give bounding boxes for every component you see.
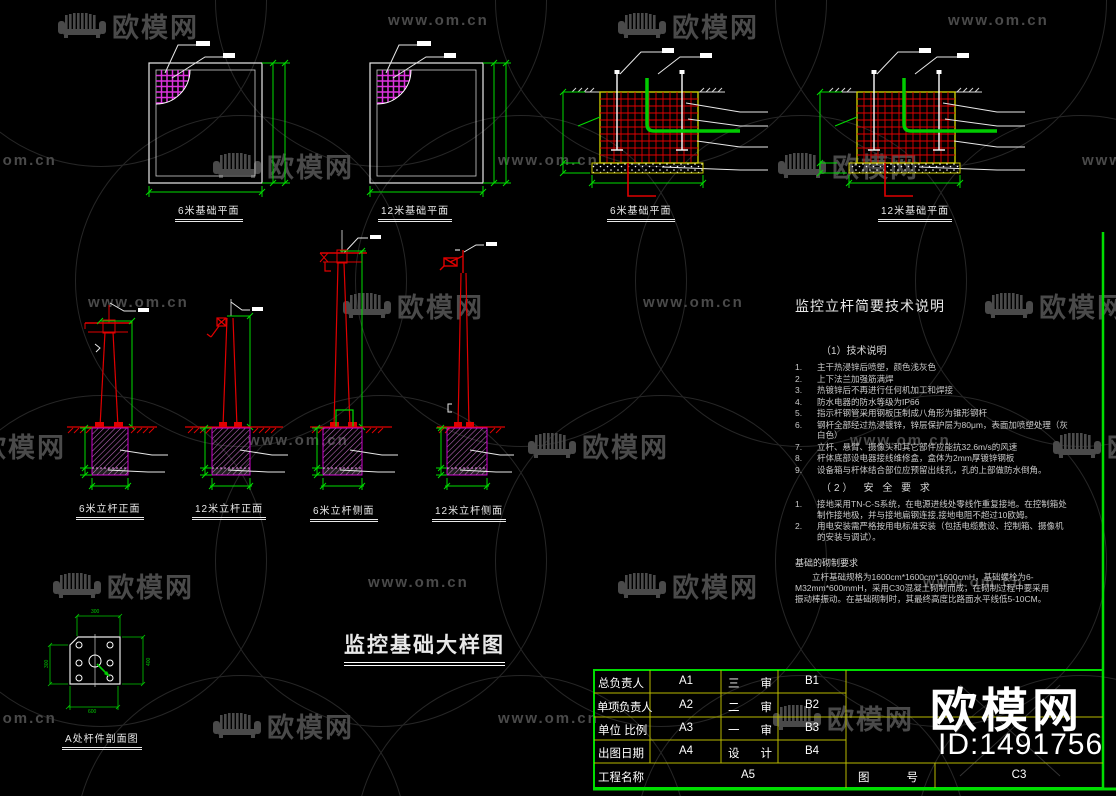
tb-row2-label: 单项负责人 <box>597 702 653 714</box>
label-pole-12m-front: 12米立杆正面 <box>192 500 267 520</box>
tech-note-item: 8. 杆体底部设电器接线维修盒，盒体为2mm厚镀锌钢板 <box>795 453 1015 463</box>
tb-project-label: 工程名称 <box>598 772 644 784</box>
tech-notes: 监控立杆简要技术说明 （1）技术说明 1. 主干热浸锌后喷塑，颜色浅灰色 2. 上下… <box>795 296 1071 605</box>
pole-6m-front-linework <box>67 302 168 490</box>
tb-row3-value: A3 <box>678 722 694 734</box>
safety-note-item: 1. 接地采用TN-C-S系统，在电源进线处零线作重复接地。在控制箱处制作接地极，… <box>795 499 1067 520</box>
section-12m-linework <box>816 48 1025 197</box>
notes-tech-header: （1）技术说明 <box>821 346 887 357</box>
plan-6m-linework <box>145 41 290 197</box>
tb-project-value: A5 <box>740 769 756 781</box>
tb-row4-review-value: B4 <box>804 745 820 757</box>
detail-dim-left: 300 <box>44 659 50 668</box>
label-section-12m: 12米基础平面 <box>878 202 953 222</box>
tech-note-item: 3. 热镀锌后不再进行任何机加工和焊接 <box>795 385 954 395</box>
plan-12m-linework <box>366 41 511 197</box>
notes-title: 监控立杆简要技术说明 <box>795 298 945 314</box>
tech-note-item: 6. 钢杆全部经过热浸镀锌，锌层保护层为80μm，表面加喷塑处理（灰白色） <box>795 419 1068 441</box>
tb-row1-label: 总负责人 <box>598 678 644 690</box>
tb-row2-value: A2 <box>678 699 694 711</box>
tech-note-item: 4. 防水电器的防水等级为IP66 <box>795 396 920 407</box>
cad-sheet: 欧模网 欧模网 www.om.cn www.om.cn 欧模网 欧模网 www.… <box>0 0 1116 796</box>
section-6m-linework <box>559 48 768 197</box>
tech-note-item: 1. 主干热浸锌后喷塑，颜色浅灰色 <box>795 362 937 372</box>
label-plan-6m: 6米基础平面 <box>175 202 243 222</box>
label-pole-6m-front: 6米立杆正面 <box>76 500 144 520</box>
tb-row1-review: 三审 <box>728 678 772 690</box>
notes-foundation-header: 基础的砌制要求 <box>795 558 859 568</box>
notes-safety-header: （2） 安 全 要 求 <box>821 483 933 494</box>
tb-figno-value: C3 <box>1011 769 1027 781</box>
pole-12m-side-linework <box>436 242 514 490</box>
main-title: 监控基础大样图 <box>344 629 505 666</box>
detail-dim-right: 400 <box>146 657 152 666</box>
label-detail-a: A处杆件剖面图 <box>62 730 142 750</box>
pole-12m-front-linework <box>185 299 288 490</box>
safety-note-item: 2. 用电安装需严格按用电标准安装（包括电缆敷设、控制箱、摄像机的安装与调试）。 <box>795 521 1064 542</box>
tb-row1-review-value: B1 <box>804 675 820 687</box>
label-pole-12m-side: 12米立杆侧面 <box>432 502 507 522</box>
tech-note-item: 2. 上下法兰加强筋满焊 <box>795 373 894 384</box>
site-logo-id: ID:1491756 <box>938 728 1104 761</box>
tb-row4-review: 设计 <box>728 748 772 760</box>
pole-6m-side-linework <box>310 230 398 490</box>
label-pole-6m-side: 6米立杆侧面 <box>310 502 378 522</box>
tb-row4-value: A4 <box>678 745 694 757</box>
tb-row3-review-value: B3 <box>804 722 820 734</box>
label-plan-12m: 12米基础平面 <box>378 202 453 222</box>
label-section-6m: 6米基础平面 <box>607 202 675 222</box>
tb-row3-label: 单位 比例 <box>598 725 648 737</box>
tech-note-item: 7. 立杆、悬臂、摄像头和其它部件应能抗32.6m/s的风速 <box>795 441 1018 452</box>
tb-row1-value: A1 <box>678 675 694 687</box>
tech-note-item: 5. 指示杆钢管采用钢板压制成八角形为锥形钢杆 <box>795 408 988 418</box>
detail-a-linework <box>47 613 146 710</box>
tb-row3-review: 一审 <box>728 725 772 737</box>
detail-dim-bottom: 600 <box>88 709 97 715</box>
detail-dim-top: 300 <box>91 609 100 615</box>
tech-note-item: 9. 设备箱与杆体结合部位应预留出线孔，孔的上部做防水倒角。 <box>795 464 1047 475</box>
tb-row2-review-value: B2 <box>804 699 820 711</box>
tb-row2-review: 二审 <box>728 702 772 714</box>
notes-foundation-body: 立杆基础规格为1600cm*1600cm*1600cmH，基础螺栓为6-M32m… <box>795 572 1050 604</box>
tb-row4-label: 出图日期 <box>598 748 644 760</box>
tb-figno-label: 图号 <box>858 772 918 784</box>
